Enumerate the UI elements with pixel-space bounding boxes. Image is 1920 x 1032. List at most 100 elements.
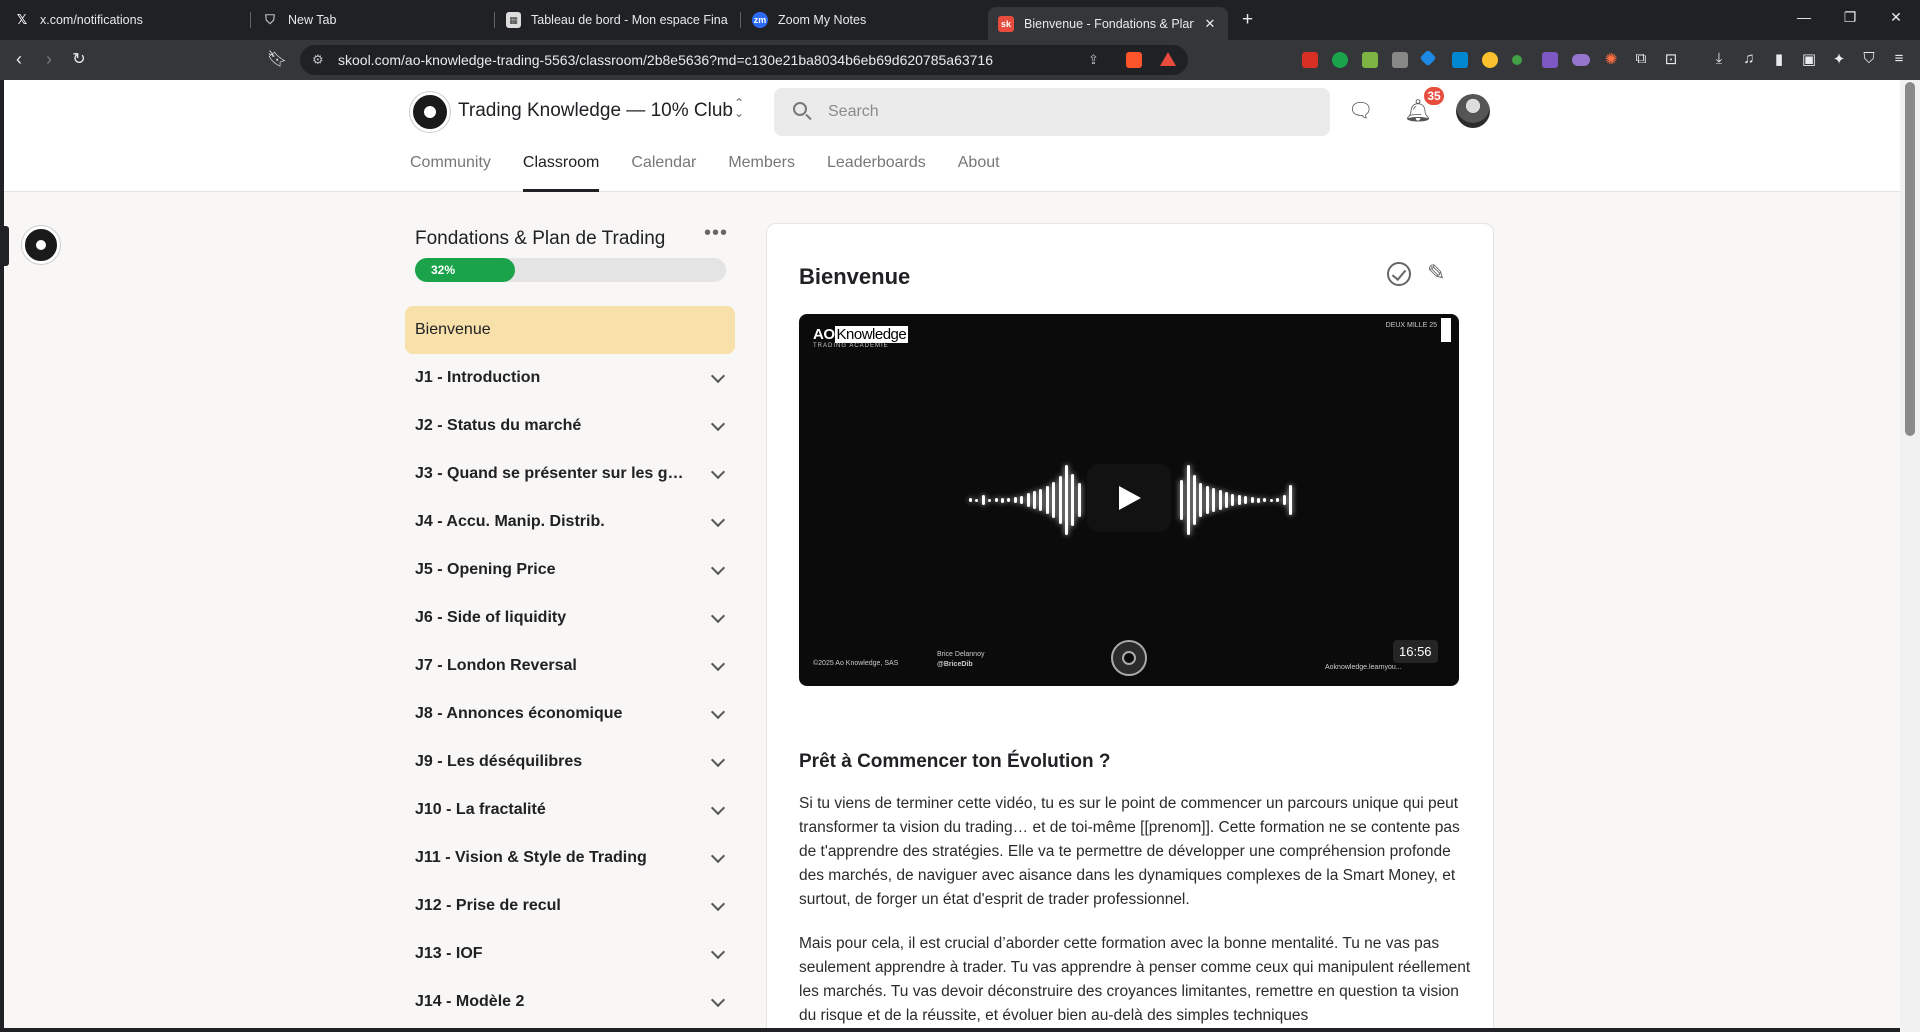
module-item[interactable]: J12 - Prise de recul — [415, 882, 731, 930]
dashboard-favicon: ▦ — [506, 12, 522, 28]
site-info-icon[interactable]: ⚙ — [312, 52, 324, 68]
wallet-icon[interactable]: ▣ — [1800, 50, 1818, 68]
close-window-icon[interactable]: ✕ — [1886, 9, 1906, 26]
lesson-card: Bienvenue ✎ AO Knowledge TRADING ACADEMIE… — [766, 223, 1494, 1028]
x-logo-icon: 𝕏 — [16, 12, 28, 27]
waveform-bar — [988, 498, 992, 502]
minimize-icon[interactable]: — — [1794, 9, 1814, 25]
tab-leaderboards[interactable]: Leaderboards — [827, 152, 926, 192]
brave-shields-icon[interactable] — [1126, 52, 1142, 68]
module-item[interactable]: J14 - Modèle 2 — [415, 978, 731, 1026]
browser-tab-new[interactable]: ⛉ New Tab — [262, 7, 492, 33]
search-input[interactable] — [828, 103, 1288, 121]
avatar[interactable] — [1456, 94, 1490, 128]
menu-icon[interactable]: ≡ — [1890, 50, 1908, 67]
brave-rewards-icon[interactable] — [1160, 52, 1176, 66]
bookmark-icon[interactable]: 🔖︎ — [266, 49, 288, 69]
forward-icon[interactable]: › — [38, 49, 60, 70]
content-paragraph: Mais pour cela, il est crucial d’aborder… — [799, 935, 1471, 1024]
waveform-bar — [1199, 483, 1203, 517]
group-logo[interactable] — [410, 92, 450, 132]
edit-pencil-icon[interactable]: ✎ — [1427, 260, 1445, 286]
reload-icon[interactable]: ↻ — [68, 49, 90, 69]
address-bar[interactable]: ⚙ skool.com/ao-knowledge-trading-5563/cl… — [300, 45, 1188, 75]
tab-about[interactable]: About — [958, 152, 1000, 192]
module-item[interactable]: J2 - Status du marché — [415, 402, 731, 450]
extensions-puzzle-icon[interactable]: ⧉ — [1632, 50, 1650, 67]
back-icon[interactable]: ‹ — [8, 49, 30, 70]
module-item[interactable]: J4 - Accu. Manip. Distrib. — [415, 498, 731, 546]
module-item[interactable]: J13 - IOF — [415, 930, 731, 978]
module-item[interactable]: J10 - La fractalité — [415, 786, 731, 834]
browser-tab-strip: 𝕏 x.com/notifications ⛉ New Tab ▦ Tablea… — [0, 0, 1920, 40]
tab-calendar[interactable]: Calendar — [631, 152, 696, 192]
browser-tab-x[interactable]: 𝕏 x.com/notifications — [14, 7, 244, 33]
video-brand-logo: AO Knowledge — [813, 326, 909, 343]
play-button[interactable] — [1087, 464, 1171, 532]
module-item[interactable]: J6 - Side of liquidity — [415, 594, 731, 642]
extension-cloud-icon[interactable] — [1572, 54, 1590, 66]
module-item[interactable]: J8 - Annonces économique — [415, 690, 731, 738]
lesson-item-active[interactable]: Bienvenue — [405, 306, 735, 354]
video-site: Aoknowledge.learnyou... — [1325, 664, 1402, 671]
extension-purple-icon[interactable] — [1542, 52, 1558, 68]
waveform-bar — [969, 498, 972, 502]
waveform-bar — [1007, 498, 1011, 502]
media-icon[interactable]: ♫ — [1740, 50, 1758, 67]
share-icon[interactable]: ⇪ — [1088, 52, 1099, 68]
extension-android-icon[interactable] — [1362, 52, 1378, 68]
module-item[interactable]: J1 - Introduction — [415, 354, 731, 402]
extension-green-icon[interactable] — [1332, 52, 1348, 68]
extension-dot-icon[interactable] — [1512, 55, 1522, 65]
rail-group-logo[interactable] — [22, 226, 60, 264]
waveform-bar — [1039, 489, 1043, 511]
progress-label: 32% — [431, 263, 456, 277]
extension-star-icon[interactable]: ✺ — [1602, 50, 1620, 68]
chevron-down-icon — [710, 848, 726, 863]
module-item[interactable]: J3 - Quand se présenter sur les graphiqu… — [415, 450, 731, 498]
waveform-bar — [1033, 491, 1036, 509]
extension-tag-icon[interactable] — [1419, 49, 1437, 67]
module-item[interactable]: J11 - Vision & Style de Trading — [415, 834, 731, 882]
scrollbar-thumb[interactable] — [1905, 82, 1915, 436]
group-name[interactable]: Trading Knowledge — 10% Club — [458, 100, 733, 122]
extension-yellow-icon[interactable] — [1482, 52, 1498, 68]
extension-red-icon[interactable] — [1302, 52, 1318, 68]
close-tab-icon[interactable]: ✕ — [1202, 16, 1218, 32]
group-switcher-icon[interactable]: ⌃ ⌄ — [734, 97, 744, 119]
extension-cursor-icon[interactable] — [1452, 52, 1468, 68]
tab-members[interactable]: Members — [728, 152, 795, 192]
group-nav: Community Classroom Calendar Members Lea… — [410, 152, 1032, 192]
chevron-down-icon — [710, 992, 726, 1007]
video-player[interactable]: AO Knowledge TRADING ACADEMIE DEUX MILLE … — [799, 314, 1459, 686]
vpn-icon[interactable]: ⛉ — [1860, 50, 1878, 67]
waveform-bar — [1244, 496, 1248, 504]
new-tab-button[interactable]: + — [1242, 9, 1253, 31]
download-icon[interactable]: ⤓ — [1710, 50, 1728, 67]
mark-complete-icon[interactable] — [1387, 262, 1411, 286]
tab-search-icon[interactable]: ⊡ — [1662, 50, 1680, 68]
waveform-bar — [1193, 475, 1196, 525]
module-item[interactable]: J9 - Les déséquilibres — [415, 738, 731, 786]
extension-camera-icon[interactable] — [1392, 52, 1408, 68]
chat-icon[interactable]: 🗨︎ — [1348, 98, 1373, 123]
tab-classroom[interactable]: Classroom — [522, 152, 600, 192]
restore-icon[interactable]: ❐ — [1840, 9, 1860, 26]
sidebar-toggle-icon[interactable]: ▮ — [1770, 50, 1788, 68]
leo-ai-icon[interactable]: ✦ — [1830, 50, 1848, 68]
waveform-bar — [1289, 485, 1292, 515]
waveform-bar — [1186, 465, 1190, 535]
module-item[interactable]: J7 - London Reversal — [415, 642, 731, 690]
waveform-bar — [1071, 474, 1075, 526]
tab-community[interactable]: Community — [410, 152, 491, 192]
rail-active-marker — [4, 226, 9, 266]
search-bar[interactable] — [774, 88, 1330, 136]
waveform-bar — [1020, 496, 1024, 504]
module-item[interactable]: J5 - Opening Price — [415, 546, 731, 594]
browser-tab-tableau[interactable]: ▦ Tableau de bord - Mon espace Financ — [506, 7, 728, 33]
browser-tab-zoom[interactable]: zm Zoom My Notes — [752, 7, 982, 33]
browser-tab-active[interactable]: sk Bienvenue - Fondations & Plan d ✕ — [988, 7, 1228, 40]
chevron-down-icon — [710, 800, 726, 815]
more-options-icon[interactable]: ••• — [704, 222, 728, 245]
page-scrollbar[interactable] — [1900, 80, 1920, 1032]
